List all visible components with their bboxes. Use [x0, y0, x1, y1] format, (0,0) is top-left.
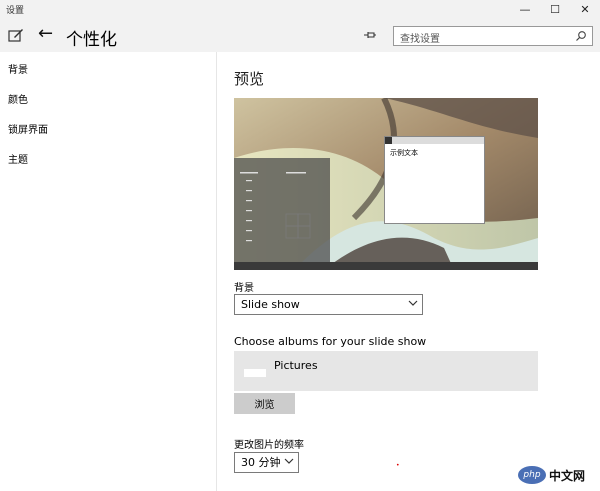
frequency-label: 更改图片的频率 [234, 440, 304, 451]
sidebar: 背景 颜色 锁屏界面 主题 [0, 52, 216, 491]
watermark-site-name: 中文网 [549, 468, 586, 483]
background-label: 背景 [234, 283, 254, 294]
window-title: 设置 [6, 6, 25, 16]
frequency-dropdown[interactable]: 30 分钟 [234, 452, 299, 473]
chevron-down-icon [284, 458, 294, 464]
search-input[interactable] [394, 30, 564, 49]
search-box[interactable] [393, 26, 593, 49]
php-logo: php [518, 466, 546, 484]
sample-text: 示例文本 [390, 149, 418, 157]
close-button[interactable]: ✕ [570, 0, 600, 18]
browse-button[interactable]: 浏览 [234, 393, 295, 414]
start-menu-tiles [240, 172, 311, 242]
sidebar-item-background[interactable]: 背景 [8, 61, 28, 76]
sample-window: 示例文本 [384, 136, 485, 224]
background-dropdown-value: Slide show [241, 298, 300, 311]
page-title: 个性化 [66, 30, 117, 50]
close-icon: ✕ [580, 2, 590, 16]
maximize-icon: ☐ [550, 2, 560, 16]
background-preview: 示例文本 [234, 98, 538, 270]
window-titlebar: 设置 — ☐ ✕ [0, 0, 600, 18]
album-thumbnail [244, 369, 266, 377]
album-name: Pictures [274, 359, 318, 372]
browse-button-label: 浏览 [254, 400, 275, 411]
preview-heading: 预览 [234, 70, 265, 88]
search-icon[interactable] [575, 30, 587, 42]
site-watermark: php 中文网 [518, 464, 596, 486]
pin-icon[interactable] [363, 28, 377, 42]
sidebar-item-colors[interactable]: 颜色 [8, 91, 28, 106]
background-dropdown[interactable]: Slide show [234, 294, 423, 315]
sample-start-menu [234, 158, 330, 262]
albums-label: Choose albums for your slide show [234, 335, 427, 348]
sample-window-titlebar [385, 137, 484, 144]
sidebar-item-themes[interactable]: 主题 [8, 151, 28, 166]
frequency-dropdown-value: 30 分钟 [241, 456, 281, 469]
album-list-item[interactable]: Pictures [234, 351, 538, 391]
sample-window-accent [385, 137, 392, 144]
red-dot-mark: • [396, 462, 400, 469]
sidebar-divider [216, 52, 217, 491]
sample-taskbar [234, 262, 538, 270]
minimize-button[interactable]: — [510, 0, 540, 18]
sidebar-item-lock-screen[interactable]: 锁屏界面 [8, 121, 48, 136]
chevron-down-icon [408, 300, 418, 306]
minimize-icon: — [519, 2, 531, 16]
pen-tablet-icon[interactable] [8, 27, 24, 43]
maximize-button[interactable]: ☐ [540, 0, 570, 18]
header-bar: ← 个性化 [0, 18, 600, 52]
back-arrow-icon[interactable]: ← [38, 24, 58, 44]
